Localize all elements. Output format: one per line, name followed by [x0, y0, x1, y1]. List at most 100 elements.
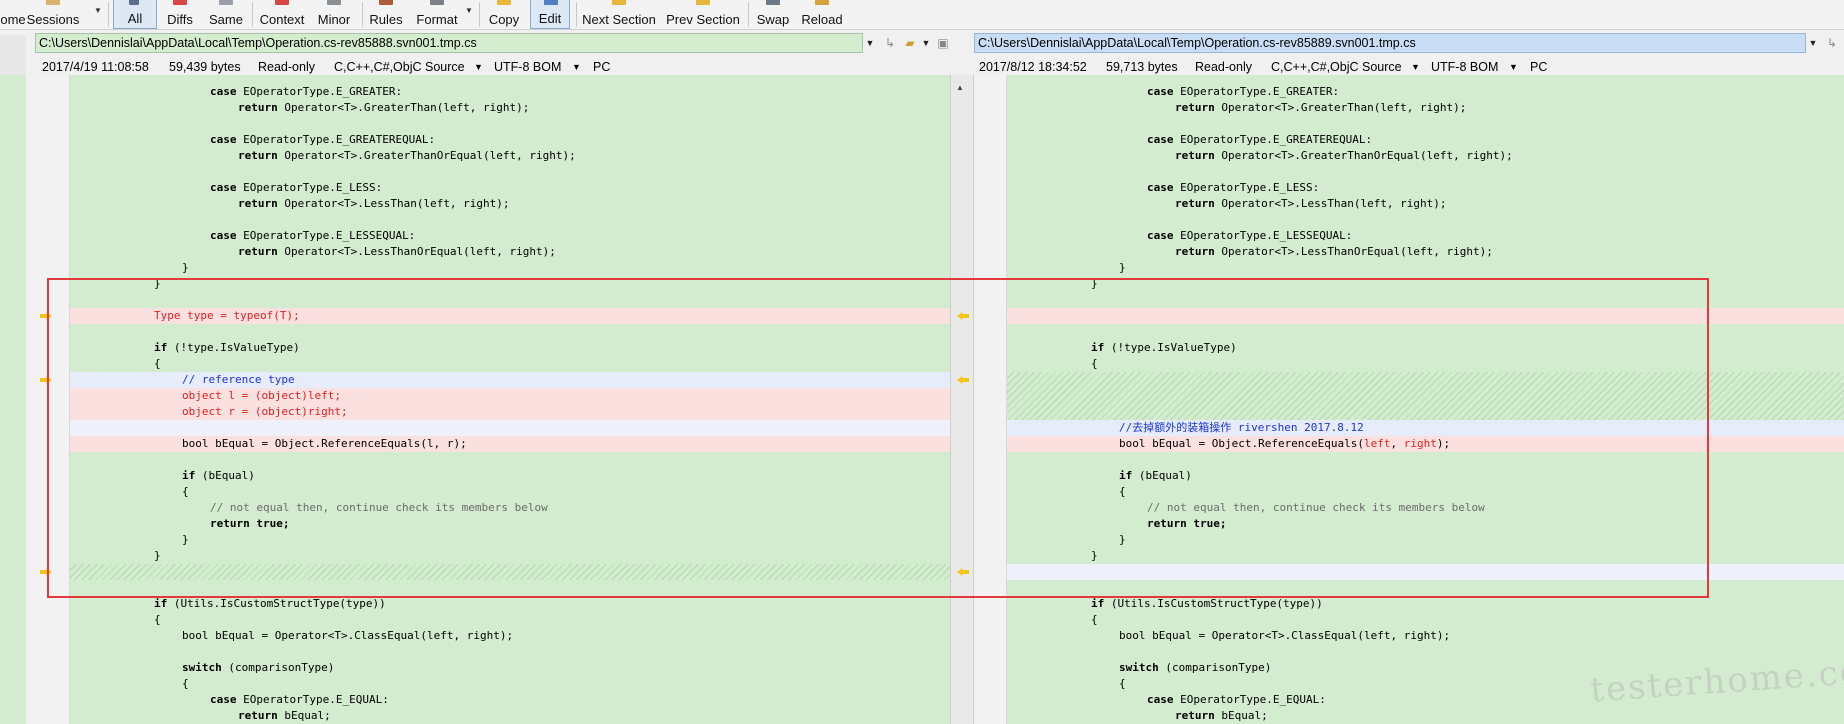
- left-code-pane[interactable]: case EOperatorType.E_GREATER: return Ope…: [33, 75, 950, 724]
- right-file-lineend[interactable]: PC: [1530, 57, 1547, 77]
- code-line: {: [182, 485, 189, 498]
- left-path-dropdown-icon[interactable]: ▼: [863, 34, 877, 52]
- missing-line-block: [70, 564, 950, 580]
- code-line: {: [1091, 357, 1098, 370]
- rules-button[interactable]: Rules: [366, 0, 406, 29]
- rules-icon: [379, 0, 393, 5]
- right-file-mode: Read-only: [1195, 60, 1252, 74]
- left-code-area[interactable]: case EOperatorType.E_GREATER: return Ope…: [70, 75, 950, 724]
- code-line: }: [1119, 533, 1126, 546]
- all-filter-button[interactable]: All: [113, 0, 157, 29]
- code-line: }: [154, 549, 161, 562]
- right-gutter: [974, 75, 1007, 724]
- diff-marker-icon[interactable]: [957, 376, 969, 385]
- diff-marker-icon[interactable]: [957, 568, 969, 577]
- swap-label: Swap: [756, 12, 790, 27]
- left-edge-strip: [0, 35, 26, 724]
- code-line: {: [154, 357, 161, 370]
- code-line: }: [182, 533, 189, 546]
- swap-icon: [766, 0, 780, 5]
- sessions-button[interactable]: Sessions: [27, 0, 79, 29]
- right-file-date: 2017/8/12 18:34:52: [979, 60, 1087, 74]
- code-line: }: [1119, 261, 1126, 274]
- diff-marker-icon[interactable]: [40, 312, 52, 321]
- scroll-up-icon[interactable]: ▲: [956, 83, 964, 92]
- code-line: if (Utils.IsCustomStructType(type)): [1091, 597, 1323, 610]
- code-line: if (bEqual): [1119, 469, 1192, 482]
- code-line: case EOperatorType.E_GREATEREQUAL:: [1147, 133, 1373, 146]
- minor-button[interactable]: Minor: [314, 0, 354, 29]
- diff-line: object r = (object)right;: [70, 404, 950, 420]
- right-file-format[interactable]: C,C++,C#,ObjC Source: [1271, 57, 1402, 77]
- code-line: return Operator<T>.GreaterThan(left, rig…: [1175, 101, 1467, 114]
- code-line: {: [1119, 485, 1126, 498]
- code-line: {: [1091, 613, 1098, 626]
- home-label: ome: [0, 12, 26, 27]
- code-line: // not equal then, continue check its me…: [210, 501, 548, 514]
- right-code-area[interactable]: case EOperatorType.E_GREATER: return Ope…: [1007, 75, 1844, 724]
- missing-line-block: [1007, 372, 1844, 420]
- next-section-button[interactable]: Next Section: [580, 0, 658, 29]
- right-browse-icon[interactable]: ↳: [1824, 35, 1840, 51]
- sessions-dropdown-icon[interactable]: ▼: [94, 6, 102, 15]
- toolbar-divider: [252, 2, 253, 27]
- diff-line: bool bEqual = Object.ReferenceEquals(l, …: [70, 436, 950, 452]
- code-line: {: [154, 613, 161, 626]
- toolbar-divider: [362, 2, 363, 27]
- home-button[interactable]: ome: [0, 0, 26, 29]
- left-file-encoding[interactable]: UTF-8 BOM: [494, 57, 561, 77]
- reload-icon: [815, 0, 829, 5]
- right-code-pane[interactable]: case EOperatorType.E_GREATER: return Ope…: [974, 75, 1844, 724]
- right-path-row: C:\Users\Dennislai\AppData\Local\Temp\Op…: [974, 33, 1844, 55]
- diff-marker-icon[interactable]: [957, 312, 969, 321]
- left-path-input[interactable]: C:\Users\Dennislai\AppData\Local\Temp\Op…: [35, 33, 863, 53]
- all-label: All: [127, 11, 143, 26]
- left-folder-icon[interactable]: ▰: [902, 35, 918, 51]
- diffs-filter-button[interactable]: Diffs: [162, 0, 198, 29]
- diff-marker-icon[interactable]: [40, 376, 52, 385]
- left-browse-icon[interactable]: ↳: [882, 35, 898, 51]
- right-file-encoding[interactable]: UTF-8 BOM: [1431, 57, 1498, 77]
- code-line: return Operator<T>.GreaterThanOrEqual(le…: [1175, 149, 1513, 162]
- right-path-input[interactable]: C:\Users\Dennislai\AppData\Local\Temp\Op…: [974, 33, 1806, 53]
- code-line: if (bEqual): [182, 469, 255, 482]
- context-icon: [275, 0, 289, 5]
- center-scrollbar[interactable]: ▲: [950, 75, 974, 724]
- code-line: if (!type.IsValueType): [154, 341, 300, 354]
- reload-button[interactable]: Reload: [798, 0, 846, 29]
- left-file-date: 2017/4/19 11:08:58: [42, 60, 149, 74]
- right-path-dropdown-icon[interactable]: ▼: [1806, 34, 1820, 52]
- next-section-label: Next Section: [582, 12, 656, 27]
- diffs-icon: [173, 0, 187, 5]
- code-line: case EOperatorType.E_GREATER:: [210, 85, 403, 98]
- swap-button[interactable]: Swap: [752, 0, 794, 29]
- diff-line: Type type = typeof(T);: [70, 308, 950, 324]
- toolbar-divider: [748, 2, 749, 27]
- left-encoding-dropdown-icon[interactable]: ▼: [572, 57, 581, 77]
- same-filter-button[interactable]: Same: [206, 0, 246, 29]
- copy-icon: [497, 0, 511, 5]
- reload-label: Reload: [801, 12, 843, 27]
- format-button[interactable]: Format: [412, 0, 462, 29]
- prev-section-button[interactable]: Prev Section: [664, 0, 742, 29]
- copy-button[interactable]: Copy: [484, 0, 524, 29]
- toolbar-divider: [479, 2, 480, 27]
- code-line: return bEqual;: [1175, 709, 1268, 722]
- code-line: switch (comparisonType): [182, 661, 335, 674]
- left-format-dropdown-icon[interactable]: ▼: [474, 57, 483, 77]
- edit-button[interactable]: Edit: [530, 0, 570, 29]
- diff-line: bool bEqual = Object.ReferenceEquals(lef…: [1007, 436, 1844, 452]
- next-section-icon: [612, 0, 626, 5]
- diff-marker-icon[interactable]: [40, 568, 52, 577]
- code-line: case EOperatorType.E_GREATER:: [1147, 85, 1340, 98]
- left-file-format[interactable]: C,C++,C#,ObjC Source: [334, 57, 465, 77]
- format-dropdown-icon[interactable]: ▼: [465, 6, 473, 15]
- left-file-size: 59,439 bytes: [169, 60, 241, 74]
- right-format-dropdown-icon[interactable]: ▼: [1411, 57, 1420, 77]
- left-save-icon[interactable]: ▣: [935, 35, 951, 51]
- left-folder-dropdown-icon[interactable]: ▼: [919, 34, 933, 52]
- left-file-lineend[interactable]: PC: [593, 57, 610, 77]
- right-encoding-dropdown-icon[interactable]: ▼: [1509, 57, 1518, 77]
- context-button[interactable]: Context: [256, 0, 308, 29]
- all-icon: [129, 0, 139, 5]
